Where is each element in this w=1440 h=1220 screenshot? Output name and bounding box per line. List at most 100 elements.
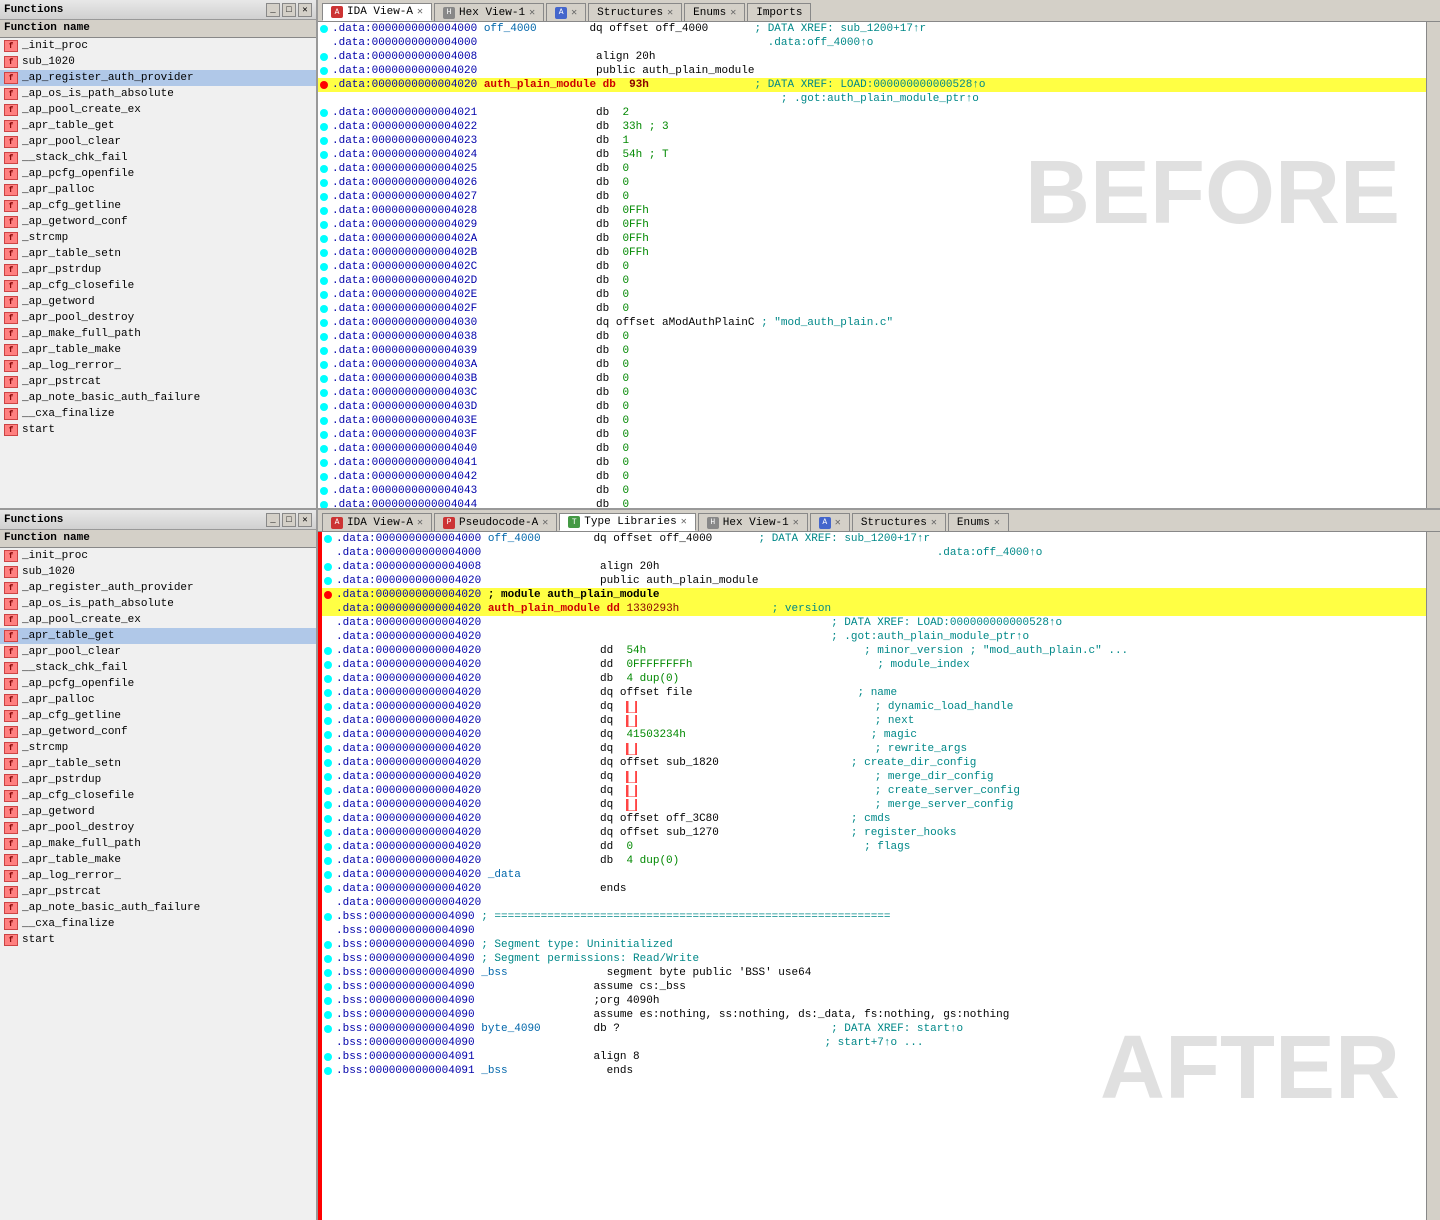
func-item[interactable]: f _ap_pool_create_ex — [0, 612, 316, 628]
functions-title-bottom: Functions — [4, 514, 63, 526]
func-item-selected[interactable]: f _ap_register_auth_provider — [0, 70, 316, 86]
func-item[interactable]: f _apr_pstrdup — [0, 262, 316, 278]
func-item[interactable]: f _ap_cfg_closefile — [0, 788, 316, 804]
func-item[interactable]: f __stack_chk_fail — [0, 150, 316, 166]
code-line: .data:000000000000403A db 0 — [318, 358, 1426, 372]
close-btn-top[interactable]: ✕ — [298, 3, 312, 17]
maximize-btn-top[interactable]: □ — [282, 3, 296, 17]
code-area-top[interactable]: .data:0000000000004000 off_4000 dq offse… — [318, 22, 1426, 508]
func-item[interactable]: f _apr_palloc — [0, 182, 316, 198]
func-item[interactable]: f _ap_getword — [0, 294, 316, 310]
func-item[interactable]: f _ap_log_rerror_ — [0, 868, 316, 884]
func-item[interactable]: f _ap_getword_conf — [0, 724, 316, 740]
tab-close[interactable]: ✕ — [529, 7, 535, 19]
func-item[interactable]: f _init_proc — [0, 548, 316, 564]
func-item[interactable]: f _ap_note_basic_auth_failure — [0, 390, 316, 406]
tab-close-top[interactable]: ✕ — [417, 6, 423, 18]
func-item[interactable]: f _ap_pool_create_ex — [0, 102, 316, 118]
func-item[interactable]: f sub_1020 — [0, 564, 316, 580]
func-item[interactable]: f _apr_pstrdup — [0, 772, 316, 788]
func-item[interactable]: f _apr_pstrcat — [0, 374, 316, 390]
tab-ida-view-a-bottom[interactable]: A IDA View-A ✕ — [322, 513, 432, 531]
tab-structures-top[interactable]: Structures ✕ — [588, 3, 682, 21]
tab-ida-view-a-top[interactable]: A IDA View-A ✕ — [322, 3, 432, 21]
func-icon: f — [4, 598, 18, 610]
minimize-btn-top[interactable]: _ — [266, 3, 280, 17]
tab-close[interactable]: ✕ — [667, 7, 673, 19]
func-item[interactable]: f _ap_getword — [0, 804, 316, 820]
func-item[interactable]: f _apr_table_setn — [0, 756, 316, 772]
func-item[interactable]: f sub_1020 — [0, 54, 316, 70]
scrollbar-bottom[interactable] — [1426, 532, 1440, 1220]
func-item[interactable]: f _init_proc — [0, 38, 316, 54]
tab-imports-top[interactable]: Imports — [747, 3, 811, 21]
close-btn-bottom[interactable]: ✕ — [298, 513, 312, 527]
scrollbar-top[interactable] — [1426, 22, 1440, 508]
tab-structures-bottom[interactable]: Structures ✕ — [852, 513, 946, 531]
code-line: .data:0000000000004020 dd 0FFFFFFFFh ; m… — [322, 658, 1426, 672]
func-item[interactable]: f _ap_log_rerror_ — [0, 358, 316, 374]
func-icon: f — [4, 646, 18, 658]
func-item[interactable]: f _ap_register_auth_provider — [0, 580, 316, 596]
func-item[interactable]: f _apr_pool_destroy — [0, 310, 316, 326]
tab-hex-view-bottom[interactable]: H Hex View-1 ✕ — [698, 513, 808, 531]
tab-close[interactable]: ✕ — [542, 517, 548, 529]
func-item[interactable]: f _apr_table_make — [0, 852, 316, 868]
func-icon: f — [4, 184, 18, 196]
tab-enums-top[interactable]: Enums ✕ — [684, 3, 745, 21]
func-icon: f — [4, 870, 18, 882]
func-item[interactable]: f _ap_os_is_path_absolute — [0, 596, 316, 612]
func-item[interactable]: f _apr_table_get — [0, 118, 316, 134]
func-item[interactable]: f start — [0, 422, 316, 438]
func-item[interactable]: f _apr_pool_clear — [0, 644, 316, 660]
tab-close[interactable]: ✕ — [571, 7, 577, 19]
func-item[interactable]: f _ap_os_is_path_absolute — [0, 86, 316, 102]
func-item[interactable]: f _ap_cfg_getline — [0, 198, 316, 214]
tab-close[interactable]: ✕ — [681, 516, 687, 528]
func-item[interactable]: f _strcmp — [0, 230, 316, 246]
func-icon: f — [4, 694, 18, 706]
maximize-btn-bottom[interactable]: □ — [282, 513, 296, 527]
func-item[interactable]: f __cxa_finalize — [0, 406, 316, 422]
code-area-bottom[interactable]: .data:0000000000004000 off_4000 dq offse… — [322, 532, 1426, 1220]
func-item[interactable]: f _apr_table_make — [0, 342, 316, 358]
func-item[interactable]: f _ap_getword_conf — [0, 214, 316, 230]
tab-close[interactable]: ✕ — [835, 517, 841, 529]
tab-a-top[interactable]: A ✕ — [546, 3, 586, 21]
tab-close[interactable]: ✕ — [730, 7, 736, 19]
func-item[interactable]: f _ap_pcfg_openfile — [0, 166, 316, 182]
func-item[interactable]: f _strcmp — [0, 740, 316, 756]
func-item[interactable]: f _apr_pstrcat — [0, 884, 316, 900]
tab-close[interactable]: ✕ — [994, 517, 1000, 529]
tab-pseudocode-bottom[interactable]: P Pseudocode-A ✕ — [434, 513, 557, 531]
tab-a-bottom[interactable]: A ✕ — [810, 513, 850, 531]
code-line: .bss:0000000000004091 align 8 — [322, 1050, 1426, 1064]
func-item[interactable]: f _ap_make_full_path — [0, 326, 316, 342]
tab-close[interactable]: ✕ — [931, 517, 937, 529]
func-name: _init_proc — [22, 40, 88, 52]
code-line: .data:0000000000004020 dq █ ; merge_serv… — [322, 798, 1426, 812]
tab-type-libraries-bottom[interactable]: T Type Libraries ✕ — [559, 513, 695, 531]
func-item[interactable]: f __cxa_finalize — [0, 916, 316, 932]
code-line: .data:000000000000402A db 0FFh — [318, 232, 1426, 246]
func-item[interactable]: f _apr_palloc — [0, 692, 316, 708]
func-item[interactable]: f _ap_cfg_getline — [0, 708, 316, 724]
func-item[interactable]: f _ap_make_full_path — [0, 836, 316, 852]
code-line: .data:0000000000004000 off_4000 dq offse… — [322, 532, 1426, 546]
tab-close[interactable]: ✕ — [417, 517, 423, 529]
func-item[interactable]: f _apr_table_setn — [0, 246, 316, 262]
minimize-btn-bottom[interactable]: _ — [266, 513, 280, 527]
tab-close[interactable]: ✕ — [793, 517, 799, 529]
func-item[interactable]: f _apr_pool_destroy — [0, 820, 316, 836]
func-item[interactable]: f _ap_note_basic_auth_failure — [0, 900, 316, 916]
func-item[interactable]: f _ap_pcfg_openfile — [0, 676, 316, 692]
func-item[interactable]: f __stack_chk_fail — [0, 660, 316, 676]
func-name: _ap_log_rerror_ — [22, 360, 121, 372]
func-item-selected-bottom[interactable]: f _apr_table_get — [0, 628, 316, 644]
func-item[interactable]: f _ap_cfg_closefile — [0, 278, 316, 294]
func-item[interactable]: f _apr_pool_clear — [0, 134, 316, 150]
func-item[interactable]: f start — [0, 932, 316, 948]
tab-label: Hex View-1 — [723, 517, 789, 529]
tab-hex-view-top[interactable]: H Hex View-1 ✕ — [434, 3, 544, 21]
tab-enums-bottom[interactable]: Enums ✕ — [948, 513, 1009, 531]
